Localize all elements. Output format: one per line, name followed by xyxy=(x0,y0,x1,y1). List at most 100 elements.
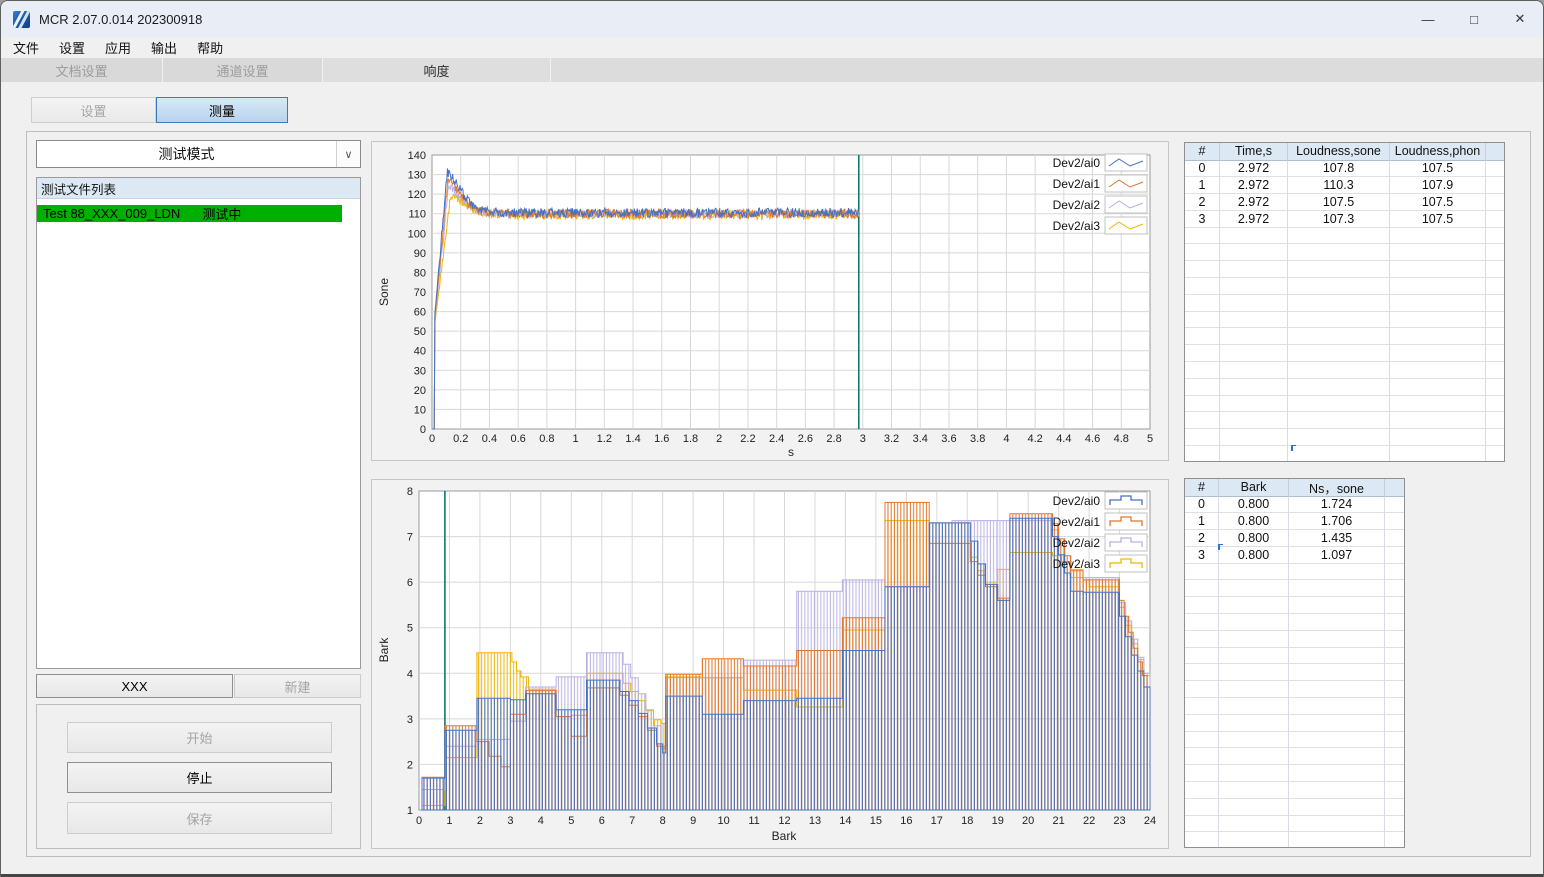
table-row[interactable]: 2 2.972 107.5 107.5 xyxy=(1185,194,1504,211)
new-button[interactable]: 新建 xyxy=(234,674,361,698)
y-tick-label: 80 xyxy=(414,267,426,279)
table-row[interactable]: 0 2.972 107.8 107.5 xyxy=(1185,160,1504,178)
x-tick-label: 2.6 xyxy=(798,433,813,445)
minimize-button[interactable]: — xyxy=(1405,1,1451,37)
test-mode-select[interactable]: 测试模式 ∨ xyxy=(36,140,361,168)
table-row xyxy=(1185,630,1404,648)
table-cell xyxy=(1288,412,1390,430)
x-tick-label: 3 xyxy=(507,815,513,827)
menu-item-1[interactable]: 设置 xyxy=(49,37,95,58)
table-cell: 110.3 xyxy=(1288,177,1390,195)
table-cell xyxy=(1288,311,1390,329)
table-cell xyxy=(1289,714,1385,732)
table-cell: 0.800 xyxy=(1219,496,1289,514)
table-cell xyxy=(1219,698,1289,715)
test-file-list-header: 测试文件列表 xyxy=(37,178,360,199)
x-tick-label: 11 xyxy=(748,815,759,827)
table-row xyxy=(1185,782,1404,799)
x-tick-label: 18 xyxy=(961,815,973,827)
x-tick-label: 1 xyxy=(573,433,579,445)
x-tick-label: 14 xyxy=(839,815,851,827)
table-cell-filler xyxy=(1486,295,1504,312)
maximize-button[interactable]: □ xyxy=(1451,1,1497,37)
table-cell-filler xyxy=(1486,345,1504,363)
y-tick-label: 20 xyxy=(414,385,426,397)
table-cell xyxy=(1390,362,1486,379)
menu-item-3[interactable]: 输出 xyxy=(141,37,187,58)
subtab-measure[interactable]: 测量 xyxy=(156,97,288,123)
table-cell xyxy=(1219,815,1289,833)
window-title: MCR 2.07.0.014 202300918 xyxy=(39,11,203,27)
table-cell xyxy=(1390,294,1486,312)
chevron-down-icon: ∨ xyxy=(336,141,360,167)
table-cell xyxy=(1185,362,1220,379)
table-cell: 3 xyxy=(1185,210,1220,228)
control-groupbox: 开始 停止 保存 xyxy=(36,704,361,849)
y-tick-label: 140 xyxy=(408,150,426,162)
table-cell xyxy=(1219,714,1289,732)
menu-item-2[interactable]: 应用 xyxy=(95,37,141,58)
legend-swatch-box xyxy=(1104,153,1148,172)
legend-label: Dev2/ai2 xyxy=(1053,536,1101,550)
table-row[interactable]: 1 2.972 110.3 107.9 xyxy=(1185,177,1504,195)
table-row xyxy=(1185,681,1404,699)
table-row xyxy=(1185,731,1404,749)
column-header: # xyxy=(1185,479,1219,497)
table-cell xyxy=(1185,798,1219,816)
subtab-settings[interactable]: 设置 xyxy=(31,97,156,123)
table-cell-filler xyxy=(1486,211,1504,228)
table-cell xyxy=(1390,429,1486,447)
table-cell-filler xyxy=(1385,832,1404,847)
table-cell-filler xyxy=(1385,497,1404,514)
x-tick-label: 21 xyxy=(1053,815,1065,827)
test-file-list-item[interactable]: Test 88_XXX_009_LDN 测试中 xyxy=(37,205,342,222)
column-header: Loudness,phon xyxy=(1390,143,1486,161)
tab-0[interactable]: 文档设置 xyxy=(1,58,163,82)
table-cell xyxy=(1289,614,1385,631)
title-bar: MCR 2.07.0.014 202300918 — □ ✕ xyxy=(1,1,1543,37)
bark-table: # Bark Ns，sone 0 0.800 1.724 1 0.800 1.706 2 0.800… xyxy=(1184,478,1405,848)
x-tick-label: 15 xyxy=(870,815,882,827)
table-cell xyxy=(1185,412,1220,430)
x-tick-label: 0.4 xyxy=(482,433,497,445)
tab-2[interactable]: 响度 xyxy=(323,58,551,82)
table-cell xyxy=(1185,311,1220,329)
table-cell: 2 xyxy=(1185,194,1220,211)
x-tick-label: 17 xyxy=(931,815,943,827)
table-cell xyxy=(1185,731,1219,749)
table-cell-filler xyxy=(1385,530,1404,547)
x-tick-label: 1.2 xyxy=(597,433,612,445)
table-row xyxy=(1185,765,1404,783)
table-cell: 0.800 xyxy=(1219,546,1289,564)
x-tick-label: 4.6 xyxy=(1085,433,1100,445)
table-cell: 107.3 xyxy=(1288,210,1390,228)
table-cell-filler xyxy=(1486,328,1504,346)
table-cell xyxy=(1185,765,1219,783)
menu-item-0[interactable]: 文件 xyxy=(3,37,49,58)
x-tick-label: 20 xyxy=(1022,815,1034,827)
test-file-listbox: 测试文件列表 Test 88_XXX_009_LDN 测试中 xyxy=(36,177,361,669)
table-cell-filler xyxy=(1486,396,1504,413)
save-button[interactable]: 保存 xyxy=(67,802,332,834)
y-tick-label: 7 xyxy=(407,532,413,544)
x-tick-label: 3.2 xyxy=(884,433,899,445)
start-button[interactable]: 开始 xyxy=(67,722,332,753)
menu-item-4[interactable]: 帮助 xyxy=(187,37,233,58)
table-cell: 2 xyxy=(1185,530,1219,547)
table-cell xyxy=(1289,765,1385,783)
tab-1[interactable]: 通道设置 xyxy=(163,58,323,82)
table-cell: 107.9 xyxy=(1390,177,1486,195)
table-cell xyxy=(1288,345,1390,363)
table-cell xyxy=(1220,362,1288,379)
table-row[interactable]: 0 0.800 1.724 xyxy=(1185,496,1404,514)
stop-button[interactable]: 停止 xyxy=(67,762,332,793)
xxx-button[interactable]: XXX xyxy=(36,674,233,698)
table-cell xyxy=(1220,311,1288,329)
table-cell xyxy=(1289,647,1385,665)
table-cell xyxy=(1289,698,1385,715)
table-cell xyxy=(1288,294,1390,312)
table-row[interactable]: 1 0.800 1.706 xyxy=(1185,513,1404,531)
close-button[interactable]: ✕ xyxy=(1497,1,1543,37)
table-cell xyxy=(1185,647,1219,665)
table-row[interactable]: 3 2.972 107.3 107.5 xyxy=(1185,210,1504,228)
